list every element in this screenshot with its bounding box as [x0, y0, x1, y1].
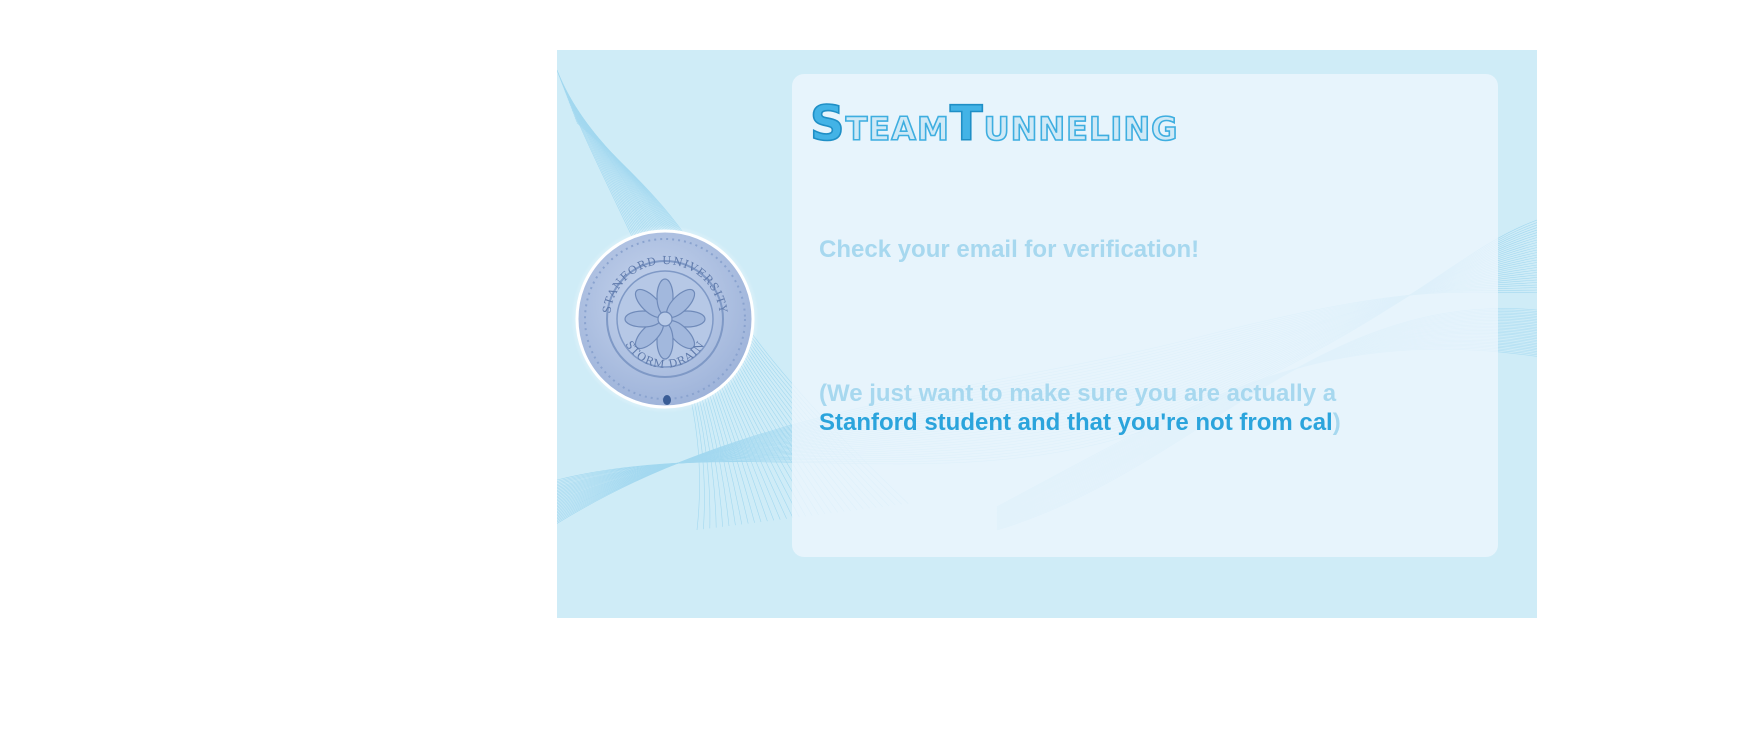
verification-panel: STANFORD UNIVERSITY STORM DRAIN STEAMTUN…: [557, 50, 1537, 618]
note-close-text: ): [1332, 409, 1341, 436]
note-open-text: (We just want to make sure you are actua…: [819, 380, 1337, 407]
page: STANFORD UNIVERSITY STORM DRAIN STEAMTUN…: [0, 0, 1753, 752]
steamtunneling-logo: STEAMTUNNELING: [810, 96, 1230, 150]
verification-note: (We just want to make sure you are actua…: [819, 379, 1379, 437]
message-card: STEAMTUNNELING Check your email for veri…: [792, 74, 1498, 557]
note-emphasis-text: Stanford student and that you're not fro…: [819, 409, 1333, 436]
logo-text: STEAMTUNNELING: [810, 96, 1178, 150]
storm-drain-seal-icon: STANFORD UNIVERSITY STORM DRAIN: [570, 224, 760, 414]
verification-heading: Check your email for verification!: [819, 236, 1200, 263]
